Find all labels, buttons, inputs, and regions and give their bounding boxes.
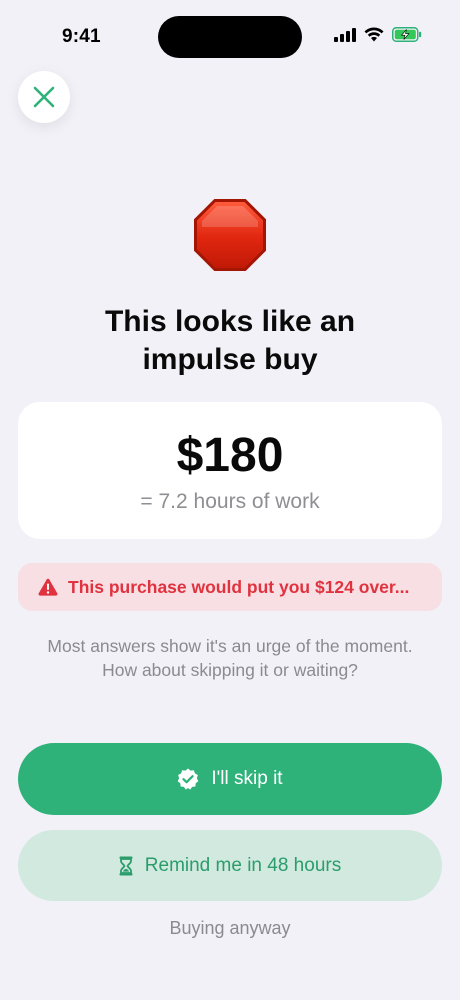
remind-later-button[interactable]: Remind me in 48 hours — [18, 830, 442, 901]
price-card: $180 = 7.2 hours of work — [18, 402, 442, 539]
close-button[interactable] — [18, 71, 70, 123]
work-hours-equivalent: = 7.2 hours of work — [140, 490, 320, 513]
hourglass-icon — [119, 856, 133, 875]
advice-line-2: How about skipping it or waiting? — [102, 660, 358, 680]
battery-charging-icon — [392, 27, 422, 42]
warning-triangle-icon — [38, 578, 58, 596]
verified-check-badge-icon — [178, 768, 199, 790]
budget-warning-text: This purchase would put you $124 over... — [68, 576, 410, 597]
budget-warning-banner[interactable]: This purchase would put you $124 over... — [18, 563, 442, 611]
wifi-icon — [364, 27, 384, 42]
status-time: 9:41 — [62, 26, 101, 47]
status-icons — [334, 27, 422, 42]
cellular-signal-icon — [334, 27, 356, 42]
dynamic-island — [158, 16, 302, 58]
close-icon — [33, 86, 55, 108]
skip-it-button[interactable]: I'll skip it — [18, 743, 442, 815]
stop-sign-icon — [194, 199, 266, 271]
advice-text: Most answers show it's an urge of the mo… — [20, 634, 440, 682]
page-title-line-1: This looks like an — [104, 305, 356, 338]
buying-anyway-link[interactable]: Buying anyway — [130, 918, 330, 946]
page-title: This looks like an impulse buy — [40, 303, 420, 379]
status-bar: 9:41 — [0, 0, 460, 70]
price-amount: $180 — [176, 429, 284, 482]
remind-later-label: Remind me in 48 hours — [144, 854, 342, 876]
advice-line-1: Most answers show it's an urge of the mo… — [47, 636, 413, 656]
skip-it-label: I'll skip it — [211, 768, 283, 789]
page-title-line-2: impulse buy — [142, 343, 318, 376]
